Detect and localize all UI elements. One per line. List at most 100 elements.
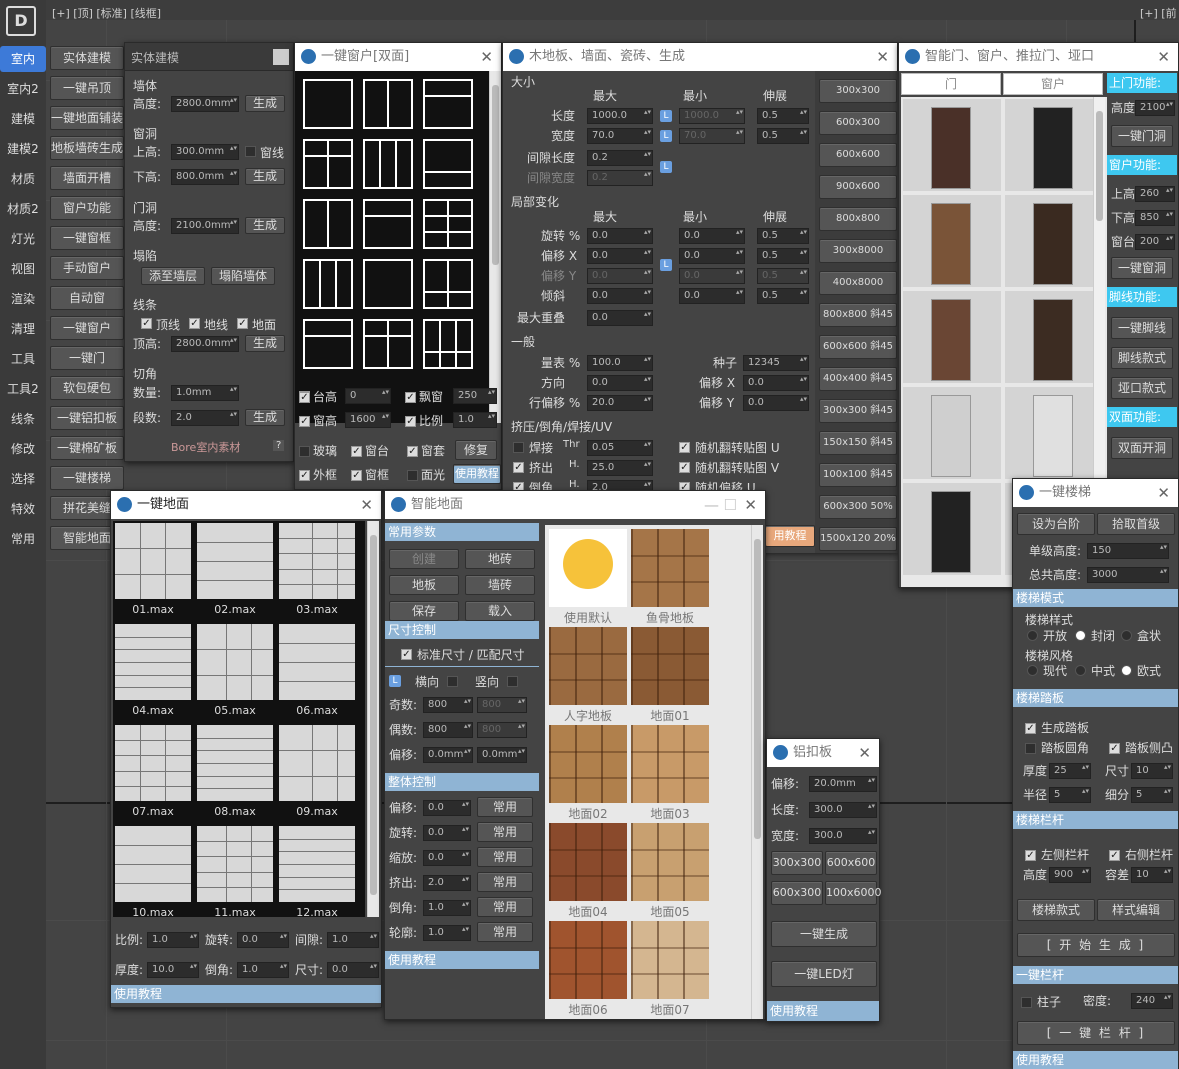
door-thumbnail[interactable] [903,195,1001,287]
create-button[interactable]: 创建 [389,549,459,569]
spinner-input[interactable]: 240 [1131,993,1173,1009]
window-style-icon[interactable] [423,199,473,249]
wall-tile-button[interactable]: 墙砖 [465,575,535,595]
door-thumbnail[interactable] [903,291,1001,383]
tutorial-bar[interactable]: 使用教程 [111,985,381,1003]
checkbox[interactable]: ✓ [405,416,416,427]
lock-icon[interactable]: L [660,161,672,173]
size-preset-button[interactable]: 600x300 50% [819,495,897,519]
generate-button[interactable]: 生成 [245,335,285,352]
radio[interactable] [1121,630,1132,641]
spinner-input[interactable]: 0.0 [423,800,471,816]
size-preset-button[interactable]: 600x600 斜45 [819,335,897,359]
size-preset-button[interactable]: 300x300 [819,79,897,103]
spinner-input[interactable]: 0.2 [587,150,653,166]
spinner-input[interactable]: 2.0 [423,875,471,891]
size-preset-button[interactable]: 400x400 斜45 [819,367,897,391]
led-button[interactable]: 一键LED灯 [771,961,877,987]
window-style-icon[interactable] [423,139,473,189]
window-style-icon[interactable] [303,139,353,189]
spinner-input[interactable]: 0.5 [757,128,809,144]
checkbox[interactable] [507,676,518,687]
spinner-input[interactable]: 0.0 [587,248,653,264]
checkbox[interactable]: ✓ [405,392,416,403]
spinner-input[interactable]: 5 [1049,787,1091,803]
function-button[interactable]: 一键窗洞 [1111,257,1173,279]
common-button[interactable]: 常用 [477,822,533,842]
left-tab[interactable]: 建模2 [0,136,46,162]
window-style-icon[interactable] [423,259,473,309]
checkbox[interactable]: ✓ [407,446,418,457]
ratio-input[interactable]: 1.0 [453,412,497,428]
left-tab[interactable]: 视图 [0,256,46,282]
size-preset-button[interactable]: 1500x120 20% [819,527,897,551]
spinner-input[interactable]: 25.0 [587,460,653,476]
close-box-icon[interactable] [273,49,289,65]
floor-material-thumbnail[interactable] [631,627,709,705]
left-tab[interactable]: 选择 [0,466,46,492]
one-rail-button[interactable]: [ 一 键 栏 杆 ] [1017,1021,1175,1045]
window-style-icon[interactable] [363,259,413,309]
floor-material-thumbnail[interactable] [631,725,709,803]
checkbox[interactable]: ✓ [351,446,362,457]
close-icon[interactable]: ✕ [1157,43,1170,71]
lock-icon[interactable]: L [660,130,672,142]
floor-button[interactable]: 地板 [389,575,459,595]
window-style-icon[interactable] [303,79,353,129]
function-button[interactable]: 一键门洞 [1111,125,1173,147]
checkbox[interactable] [1025,743,1036,754]
window-style-icon[interactable] [423,319,473,369]
window-style-icon[interactable] [303,259,353,309]
door-thumbnail[interactable] [903,99,1001,191]
generate-button[interactable]: 生成 [245,168,285,185]
lock-icon[interactable]: L [660,259,672,271]
floor-pattern-thumbnail[interactable] [197,523,273,599]
floor-material-thumbnail[interactable] [549,529,627,607]
window-style-icon[interactable] [363,139,413,189]
spinner-input[interactable]: 800 [423,722,473,738]
segments-input[interactable]: 2.0 [171,410,239,426]
spinner-input[interactable]: 20.0 [587,395,653,411]
close-icon[interactable]: ✕ [858,739,871,767]
left-tab[interactable]: 线条 [0,406,46,432]
door-thumbnail[interactable] [903,387,1001,479]
maximize-icon[interactable]: ☐ [724,491,737,519]
radio[interactable] [1075,665,1086,676]
spinner-input[interactable]: 150 [1087,543,1169,559]
floor-pattern-thumbnail[interactable] [279,624,355,700]
width-input[interactable]: 300.0 [809,828,877,844]
tutorial-button[interactable]: 使用教程 [453,464,501,484]
spinner-input[interactable]: 0.5 [757,248,809,264]
left-tab[interactable]: 灯光 [0,226,46,252]
generate-button[interactable]: 生成 [245,95,285,112]
function-button[interactable]: 手动窗户 [50,256,124,280]
size-preset-button[interactable]: 800x800 斜45 [819,303,897,327]
checkbox[interactable]: ✓ [141,318,152,329]
radio[interactable] [1027,630,1038,641]
checkbox[interactable]: ✓ [299,470,310,481]
window-style-icon[interactable] [363,79,413,129]
checkbox[interactable]: ✓ [237,318,248,329]
floor-pattern-thumbnail[interactable] [115,624,191,700]
floor-material-thumbnail[interactable] [549,823,627,901]
spinner-input[interactable]: 800 [477,697,527,713]
function-button[interactable]: 一键地面铺装 [50,106,124,130]
checkbox[interactable] [513,442,524,453]
spinner-input[interactable]: 0.0 [587,310,653,326]
checkbox[interactable]: ✓ [1109,850,1120,861]
window-bottom-input[interactable]: 800.0mm [171,169,239,185]
brand-link[interactable]: Bore室内素材 [171,439,240,455]
common-button[interactable]: 常用 [477,847,533,867]
spinner-input[interactable]: 100.0 [587,355,653,371]
left-tab[interactable]: 清理 [0,316,46,342]
checkbox[interactable] [245,146,256,157]
spinner-input[interactable]: 0.5 [757,268,809,284]
left-tab[interactable]: 渲染 [0,286,46,312]
rotation-input[interactable]: 0.0 [237,932,289,948]
function-button[interactable]: 一键铝扣板 [50,406,124,430]
function-button[interactable]: 一键吊顶 [50,76,124,100]
checkbox[interactable]: ✓ [299,392,310,403]
tutorial-bar[interactable]: 使用教程 [767,1001,879,1021]
collapse-wall-button[interactable]: 塌陷墙体 [211,267,275,285]
left-tab[interactable]: 常用 [0,526,46,552]
